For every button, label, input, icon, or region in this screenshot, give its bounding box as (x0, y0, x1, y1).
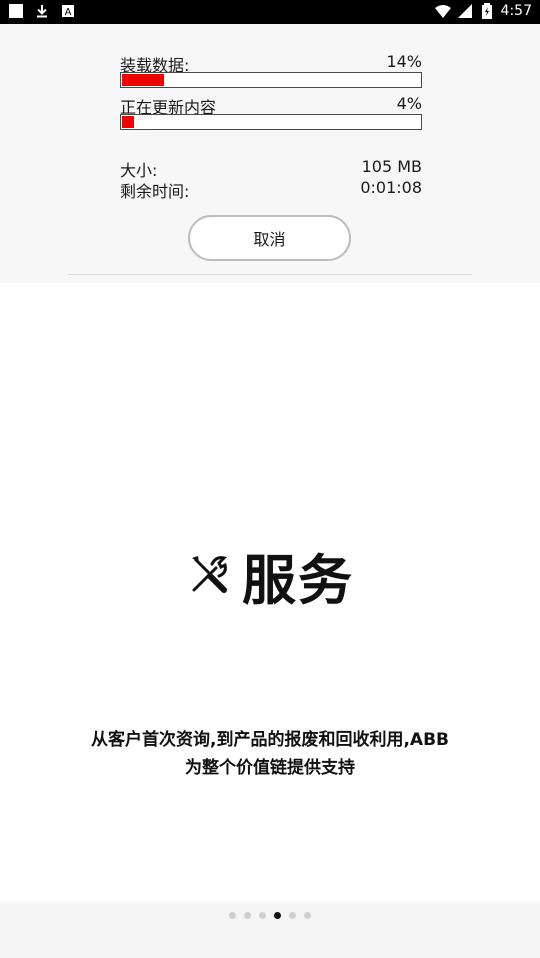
loading-progress-fill (122, 74, 164, 86)
clock: 4:57 (500, 3, 532, 19)
pager-dots (0, 912, 540, 919)
pager-dot[interactable] (289, 912, 296, 919)
loading-progress-bar (120, 72, 422, 88)
a-notification-icon: A (60, 3, 76, 19)
slide-description-line-1: 从客户首次资询,到产品的报废和回收利用,ABB (91, 730, 449, 750)
status-bar-left: A (8, 3, 76, 19)
download-icon (34, 3, 50, 19)
bottom-area (0, 902, 540, 958)
wifi-icon (434, 3, 451, 19)
slide-description-line-2: 为整个价值链提供支持 (185, 758, 355, 778)
loading-data-percent: 14% (386, 52, 422, 71)
slide-title: 服务 (242, 548, 354, 612)
pager-dot[interactable] (244, 912, 251, 919)
remaining-time-label: 剩余时间: (120, 182, 190, 201)
tools-icon (186, 552, 232, 598)
cancel-button[interactable]: 取消 (188, 215, 351, 261)
pager-dot[interactable] (229, 912, 236, 919)
signal-icon (457, 3, 473, 19)
app-icon (8, 3, 24, 19)
divider (68, 274, 472, 275)
size-value: 105 MB (361, 157, 422, 176)
status-bar-right: 4:57 (434, 2, 532, 20)
updating-progress-bar (120, 114, 422, 130)
pager-dot[interactable] (274, 912, 281, 919)
slide-heading: 服务 (0, 540, 540, 612)
svg-text:A: A (65, 7, 72, 18)
updating-content-percent: 4% (396, 94, 422, 113)
pager-dot[interactable] (259, 912, 266, 919)
battery-icon (479, 3, 495, 19)
pager-dot[interactable] (304, 912, 311, 919)
updating-progress-fill (122, 116, 134, 128)
status-bar: A 4:57 (0, 0, 540, 24)
remaining-time-value: 0:01:08 (360, 178, 422, 197)
download-panel: 装载数据: 14% 正在更新内容 4% 大小: 105 MB 剩余时间: 0:0… (0, 24, 540, 283)
